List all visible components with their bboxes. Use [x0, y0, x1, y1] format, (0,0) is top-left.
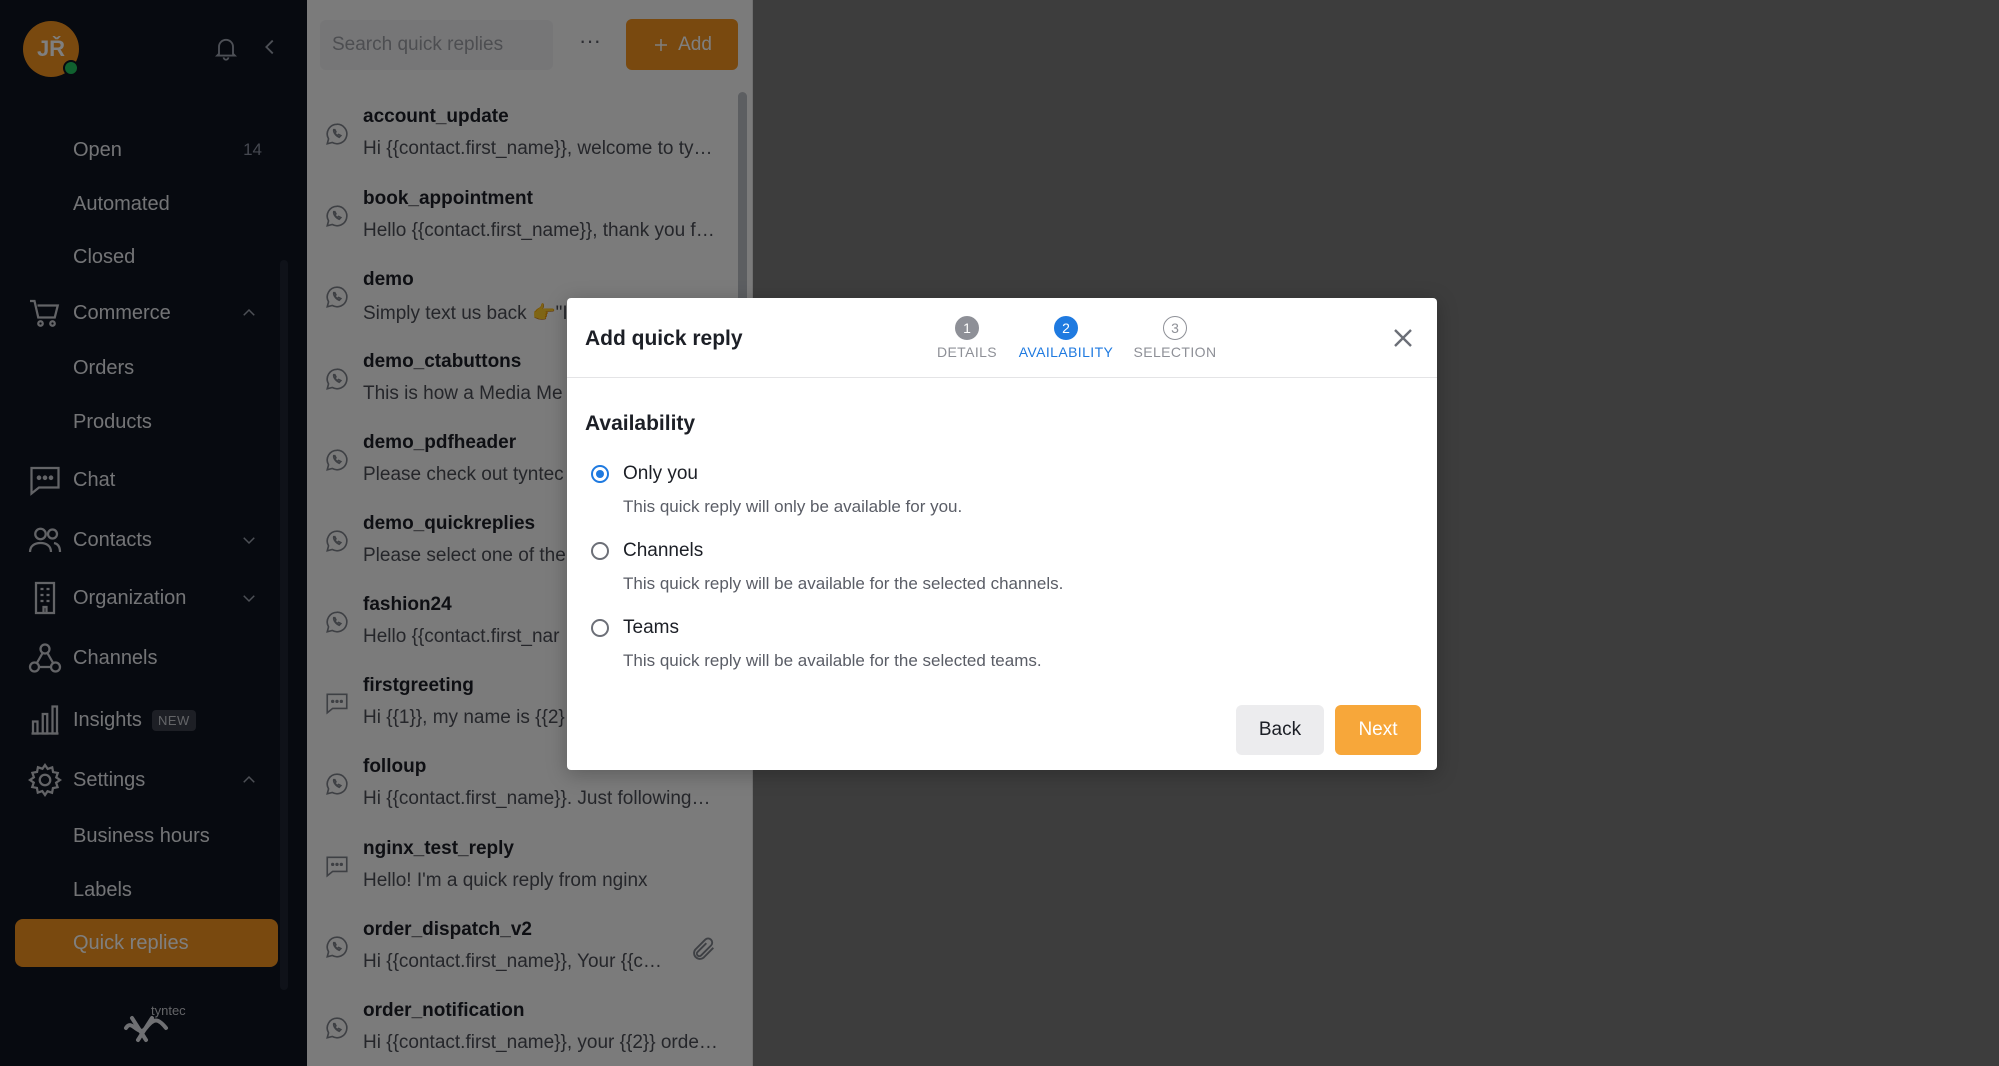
radio-teams[interactable]: [591, 619, 609, 637]
dialog-title: Add quick reply: [585, 327, 743, 350]
close-icon[interactable]: [1387, 322, 1419, 354]
option-description: This quick reply will be available for t…: [623, 651, 1042, 670]
section-title: Availability: [585, 412, 696, 435]
option-description: This quick reply will be available for t…: [623, 574, 1064, 593]
step-label: AVAILABILITY: [1018, 344, 1114, 360]
radio-channels[interactable]: [591, 542, 609, 560]
back-button[interactable]: Back: [1236, 705, 1324, 755]
option-label: Channels: [623, 540, 704, 561]
step-number: 2: [1054, 316, 1078, 340]
radio-only-you[interactable]: [591, 465, 609, 483]
next-button[interactable]: Next: [1335, 705, 1421, 755]
option-channels[interactable]: Channels This quick reply will be availa…: [585, 540, 1405, 610]
step-label: DETAILS: [936, 344, 998, 360]
step-number: 1: [955, 316, 979, 340]
step-label: SELECTION: [1133, 344, 1217, 360]
step-availability[interactable]: 2 AVAILABILITY: [1011, 316, 1121, 360]
add-quick-reply-dialog: Add quick reply 1 DETAILS 2 AVAILABILITY…: [567, 298, 1437, 770]
step-number: 3: [1163, 316, 1187, 340]
option-label: Only you: [623, 463, 698, 484]
option-description: This quick reply will only be available …: [623, 497, 963, 516]
step-selection[interactable]: 3 SELECTION: [1120, 316, 1230, 360]
option-only-you[interactable]: Only you This quick reply will only be a…: [585, 463, 1405, 533]
step-details[interactable]: 1 DETAILS: [912, 316, 1022, 360]
option-label: Teams: [623, 617, 679, 638]
dialog-header: Add quick reply 1 DETAILS 2 AVAILABILITY…: [567, 298, 1437, 378]
option-teams[interactable]: Teams This quick reply will be available…: [585, 617, 1405, 687]
